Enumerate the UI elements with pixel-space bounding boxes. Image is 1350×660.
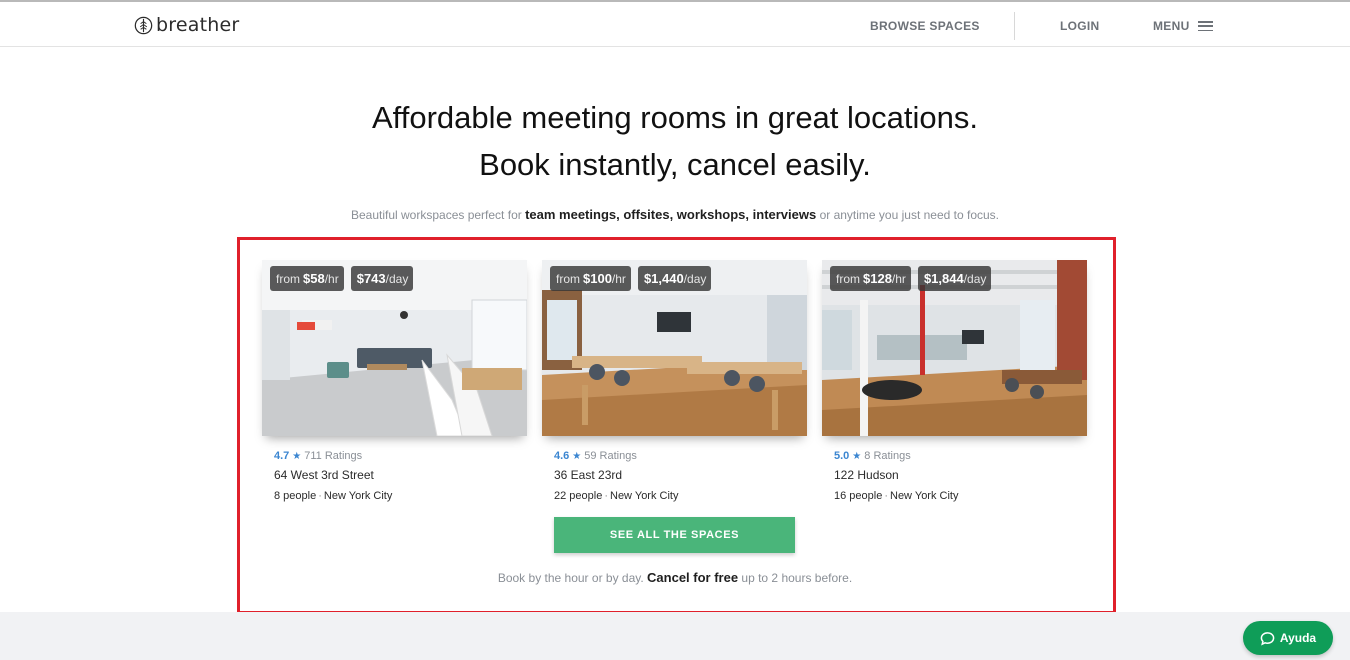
footnote-suffix: up to 2 hours before. xyxy=(738,571,853,585)
space-photo[interactable]: from $128/hr $1,844/day xyxy=(822,260,1087,436)
booking-footnote: Book by the hour or by day. Cancel for f… xyxy=(0,570,1350,585)
star-icon: ★ xyxy=(572,450,582,462)
rating-score: 5.0 xyxy=(834,450,850,462)
daily-price: $1,440 xyxy=(643,271,684,286)
daily-price: $1,844 xyxy=(923,271,964,286)
space-city: New York City xyxy=(610,490,679,502)
rating-count: 711 Ratings xyxy=(304,450,363,462)
hourly-price-tag: from $58/hr xyxy=(270,266,344,291)
bottom-section-band xyxy=(0,612,1350,660)
logo-text: breather xyxy=(156,14,240,36)
footnote-prefix: Book by the hour or by day. xyxy=(497,571,648,585)
hero-title-line2: Book instantly, cancel easily. xyxy=(479,147,871,182)
space-address[interactable]: 122 Hudson xyxy=(834,468,1087,482)
hourly-suffix: /hr xyxy=(891,271,906,286)
hourly-price: $58 xyxy=(303,271,325,286)
space-address[interactable]: 36 East 23rd xyxy=(554,468,807,482)
subtitle-suffix: or anytime you just need to focus. xyxy=(816,208,999,222)
hourly-price: $100 xyxy=(583,271,612,286)
space-city: New York City xyxy=(323,490,393,502)
rating-count: 8 Ratings xyxy=(864,450,911,462)
space-photo[interactable]: from $58/hr $743/day xyxy=(262,260,527,436)
hourly-price-tag: from $100/hr xyxy=(550,266,631,291)
space-info: 4.7 ★ 711 Ratings 64 West 3rd Street 8 p… xyxy=(262,450,527,502)
footnote-highlight: Cancel for free xyxy=(647,570,739,585)
space-card[interactable]: from $58/hr $743/day 4.7 ★ 711 Ratings 64… xyxy=(262,260,527,502)
space-meta: 16 people · New York City xyxy=(834,490,959,502)
chat-bubble-icon xyxy=(1260,631,1275,645)
hourly-suffix: /hr xyxy=(611,271,626,286)
hero-title-line1: Affordable meeting rooms in great locati… xyxy=(372,100,978,135)
space-capacity: 22 people xyxy=(554,490,603,502)
site-header: breather BROWSE SPACES LOGIN MENU xyxy=(0,2,1350,47)
space-info: 4.6 ★ 59 Ratings 36 East 23rd 22 people ·… xyxy=(542,450,807,502)
subtitle-highlight: team meetings, offsites, workshops, inte… xyxy=(525,207,817,222)
rating-score: 4.7 xyxy=(274,450,290,462)
price-tags: from $100/hr $1,440/day xyxy=(550,266,712,291)
daily-suffix: /day xyxy=(385,271,409,286)
space-address[interactable]: 64 West 3rd Street xyxy=(274,468,527,482)
tree-logo-icon xyxy=(134,16,153,34)
star-icon: ★ xyxy=(292,450,302,462)
daily-price-tag: $743/day xyxy=(350,266,414,291)
daily-price-tag: $1,440/day xyxy=(637,266,712,291)
see-all-spaces-button[interactable]: SEE ALL THE SPACES xyxy=(554,517,795,553)
rating-score: 4.6 xyxy=(554,450,570,462)
daily-price: $743 xyxy=(356,271,386,286)
nav-menu-label: MENU xyxy=(1153,19,1190,33)
help-label: Ayuda xyxy=(1279,631,1317,645)
price-prefix: from xyxy=(276,271,300,286)
price-tags: from $128/hr $1,844/day xyxy=(830,266,992,291)
space-meta: 8 people · New York City xyxy=(274,490,393,502)
rating: 4.7 ★ 711 Ratings xyxy=(274,450,527,462)
space-info: 5.0 ★ 8 Ratings 122 Hudson 16 people · New… xyxy=(822,450,1087,502)
space-card[interactable]: from $128/hr $1,844/day 5.0 ★ 8 Ratings 1… xyxy=(822,260,1087,502)
hero-subtitle: Beautiful workspaces perfect for team me… xyxy=(0,207,1350,222)
space-capacity: 8 people xyxy=(274,490,317,502)
nav-divider xyxy=(1014,12,1015,40)
price-prefix: from xyxy=(556,271,580,286)
rating-count: 59 Ratings xyxy=(584,450,637,462)
space-meta: 22 people · New York City xyxy=(554,490,679,502)
rating: 5.0 ★ 8 Ratings xyxy=(834,450,1087,462)
space-card[interactable]: from $100/hr $1,440/day 4.6 ★ 59 Ratings … xyxy=(542,260,807,502)
nav-menu-button[interactable]: MENU xyxy=(1153,19,1213,33)
daily-suffix: /day xyxy=(963,271,987,286)
hourly-suffix: /hr xyxy=(324,271,339,286)
star-icon: ★ xyxy=(852,450,862,462)
space-photo[interactable]: from $100/hr $1,440/day xyxy=(542,260,807,436)
hamburger-icon xyxy=(1197,21,1213,31)
nav-browse-spaces[interactable]: BROWSE SPACES xyxy=(870,19,980,33)
help-chat-button[interactable]: Ayuda xyxy=(1243,621,1333,655)
price-prefix: from xyxy=(836,271,860,286)
nav-login[interactable]: LOGIN xyxy=(1060,19,1100,33)
hourly-price-tag: from $128/hr xyxy=(830,266,911,291)
daily-suffix: /day xyxy=(683,271,707,286)
space-city: New York City xyxy=(890,490,959,502)
rating: 4.6 ★ 59 Ratings xyxy=(554,450,807,462)
price-tags: from $58/hr $743/day xyxy=(270,266,414,291)
hourly-price: $128 xyxy=(863,271,892,286)
space-capacity: 16 people xyxy=(834,490,883,502)
logo[interactable]: breather xyxy=(134,14,239,36)
daily-price-tag: $1,844/day xyxy=(917,266,992,291)
subtitle-prefix: Beautiful workspaces perfect for xyxy=(350,208,526,222)
